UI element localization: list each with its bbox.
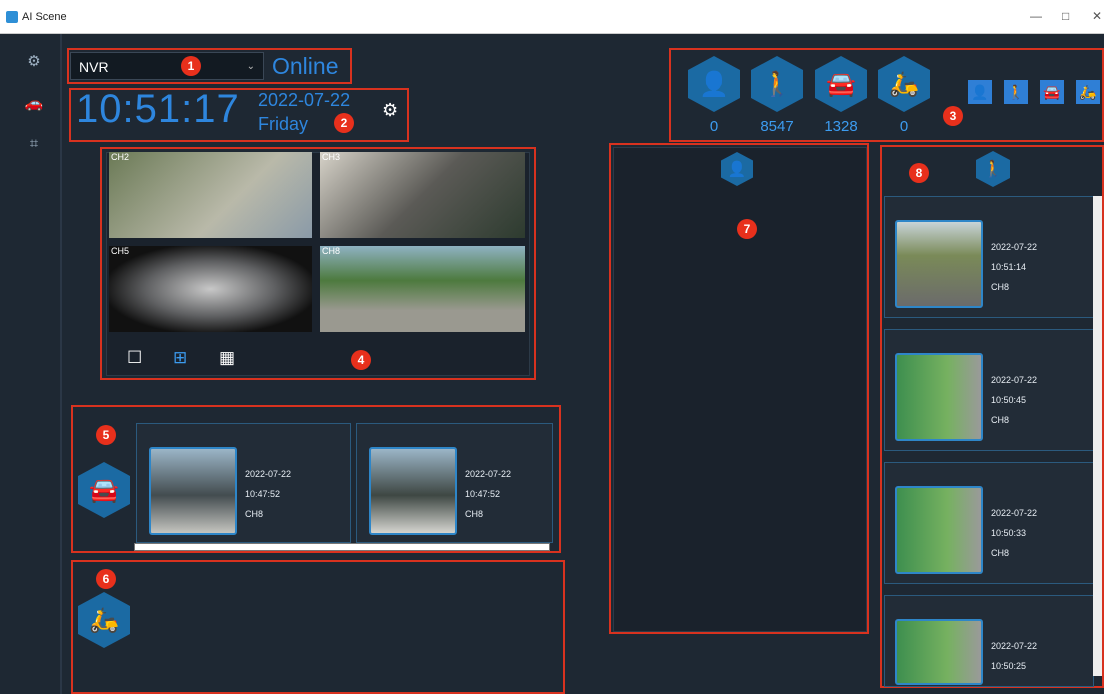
camera-view-ch8[interactable]: CH8 xyxy=(320,246,525,332)
record-meta: 2022-07-22 10:50:45 CH8 xyxy=(991,370,1037,430)
vehicle-filter-button[interactable]: 🚘 xyxy=(1040,80,1064,104)
app-icon xyxy=(6,11,18,23)
chevron-down-icon: ⌄ xyxy=(246,61,255,72)
marker-3: 3 xyxy=(943,106,963,126)
marker-box-6 xyxy=(71,560,565,694)
camera-view-ch5[interactable]: CH5 xyxy=(109,246,312,332)
record-date: 2022-07-22 xyxy=(991,508,1038,518)
record-channel: CH8 xyxy=(991,415,1010,425)
settings-sliders-icon[interactable]: ⚙ xyxy=(24,52,44,72)
quad-view-icon[interactable]: ⊞ xyxy=(173,348,187,368)
pedestrian-record-card[interactable]: 2022-07-22 10:50:45 CH8 xyxy=(884,329,1094,451)
minimize-button[interactable]: — xyxy=(1030,9,1042,23)
motorbike-filter-button[interactable]: 🛵 xyxy=(1076,80,1100,104)
record-meta: 2022-07-22 10:51:14 CH8 xyxy=(991,237,1037,297)
clock-time: 10:51:17 xyxy=(76,87,240,131)
pedestrian-thumbnail xyxy=(895,486,983,574)
gear-icon[interactable]: ⚙ xyxy=(382,100,398,121)
record-time: 10:47:52 xyxy=(465,489,501,499)
face-record-panel xyxy=(613,147,867,632)
device-select[interactable]: NVR ⌄ xyxy=(70,52,264,80)
vehicle-thumbnail xyxy=(149,447,237,535)
face-filter-button[interactable]: 👤 xyxy=(968,80,992,104)
horizontal-scrollbar[interactable] xyxy=(134,543,550,551)
record-time: 10:50:33 xyxy=(991,528,1027,538)
motorbike-count: 0 xyxy=(899,118,909,135)
title-bar: AI Scene — □ ✕ xyxy=(0,0,1104,34)
vehicle-count: 1328 xyxy=(824,118,858,135)
pedestrian-count: 8547 xyxy=(760,118,794,135)
marker-1: 1 xyxy=(181,56,201,76)
pedestrian-thumbnail xyxy=(895,619,983,685)
camera-view-ch3[interactable]: CH3 xyxy=(320,152,525,238)
record-date: 2022-07-22 xyxy=(245,469,292,479)
camera-label: CH3 xyxy=(322,152,341,162)
device-select-value: NVR xyxy=(79,59,109,75)
camera-label: CH8 xyxy=(322,246,341,256)
pedestrian-thumbnail xyxy=(895,220,983,308)
connection-status: Online xyxy=(272,53,339,79)
marker-8: 8 xyxy=(909,163,929,183)
camera-view-ch2[interactable]: CH2 xyxy=(109,152,312,238)
close-button[interactable]: ✕ xyxy=(1092,9,1102,23)
record-channel: CH8 xyxy=(991,282,1010,292)
marker-7: 7 xyxy=(737,219,757,239)
vehicle-record-card[interactable]: 2022-07-22 10:47:52 CH8 xyxy=(356,423,553,543)
pedestrian-record-card[interactable]: 2022-07-22 10:50:33 CH8 xyxy=(884,462,1094,584)
record-meta: 2022-07-22 10:50:25 xyxy=(991,636,1037,676)
window-title: AI Scene xyxy=(22,11,67,23)
record-time: 10:50:45 xyxy=(991,395,1027,405)
record-meta: 2022-07-22 10:50:33 CH8 xyxy=(991,503,1037,563)
face-count: 0 xyxy=(709,118,719,135)
car-icon[interactable]: 🚗 xyxy=(24,94,44,114)
face-scan-icon[interactable]: ⌗ xyxy=(24,134,44,154)
record-date: 2022-07-22 xyxy=(991,641,1038,651)
record-time: 10:50:25 xyxy=(991,661,1027,671)
pedestrian-record-card[interactable]: 2022-07-22 10:50:25 xyxy=(884,595,1094,687)
clock-day: Friday xyxy=(258,114,309,134)
record-channel: CH8 xyxy=(245,509,264,519)
sidebar: ⚙ 🚗 ⌗ xyxy=(0,34,62,694)
clock-date: 2022-07-22 xyxy=(258,90,351,110)
record-channel: CH8 xyxy=(465,509,484,519)
record-date: 2022-07-22 xyxy=(991,242,1038,252)
maximize-button[interactable]: □ xyxy=(1062,9,1069,23)
pedestrian-thumbnail xyxy=(895,353,983,441)
vehicle-thumbnail xyxy=(369,447,457,535)
single-view-icon[interactable]: ☐ xyxy=(127,348,142,368)
pedestrian-filter-button[interactable]: 🚶 xyxy=(1004,80,1028,104)
record-meta: 2022-07-22 10:47:52 CH8 xyxy=(465,464,511,524)
marker-2: 2 xyxy=(334,113,354,133)
camera-label: CH2 xyxy=(111,152,130,162)
record-time: 10:47:52 xyxy=(245,489,281,499)
vehicle-record-card[interactable]: 2022-07-22 10:47:52 CH8 xyxy=(136,423,351,543)
camera-label: CH5 xyxy=(111,246,130,256)
record-time: 10:51:14 xyxy=(991,262,1027,272)
vertical-scrollbar[interactable] xyxy=(1093,196,1102,676)
record-date: 2022-07-22 xyxy=(465,469,512,479)
record-date: 2022-07-22 xyxy=(991,375,1038,385)
record-meta: 2022-07-22 10:47:52 CH8 xyxy=(245,464,291,524)
marker-5: 5 xyxy=(96,425,116,445)
marker-4: 4 xyxy=(351,350,371,370)
multi-view-icon[interactable]: ▦ xyxy=(219,348,235,368)
pedestrian-record-card[interactable]: 2022-07-22 10:51:14 CH8 xyxy=(884,196,1094,318)
record-channel: CH8 xyxy=(991,548,1010,558)
marker-6: 6 xyxy=(96,569,116,589)
